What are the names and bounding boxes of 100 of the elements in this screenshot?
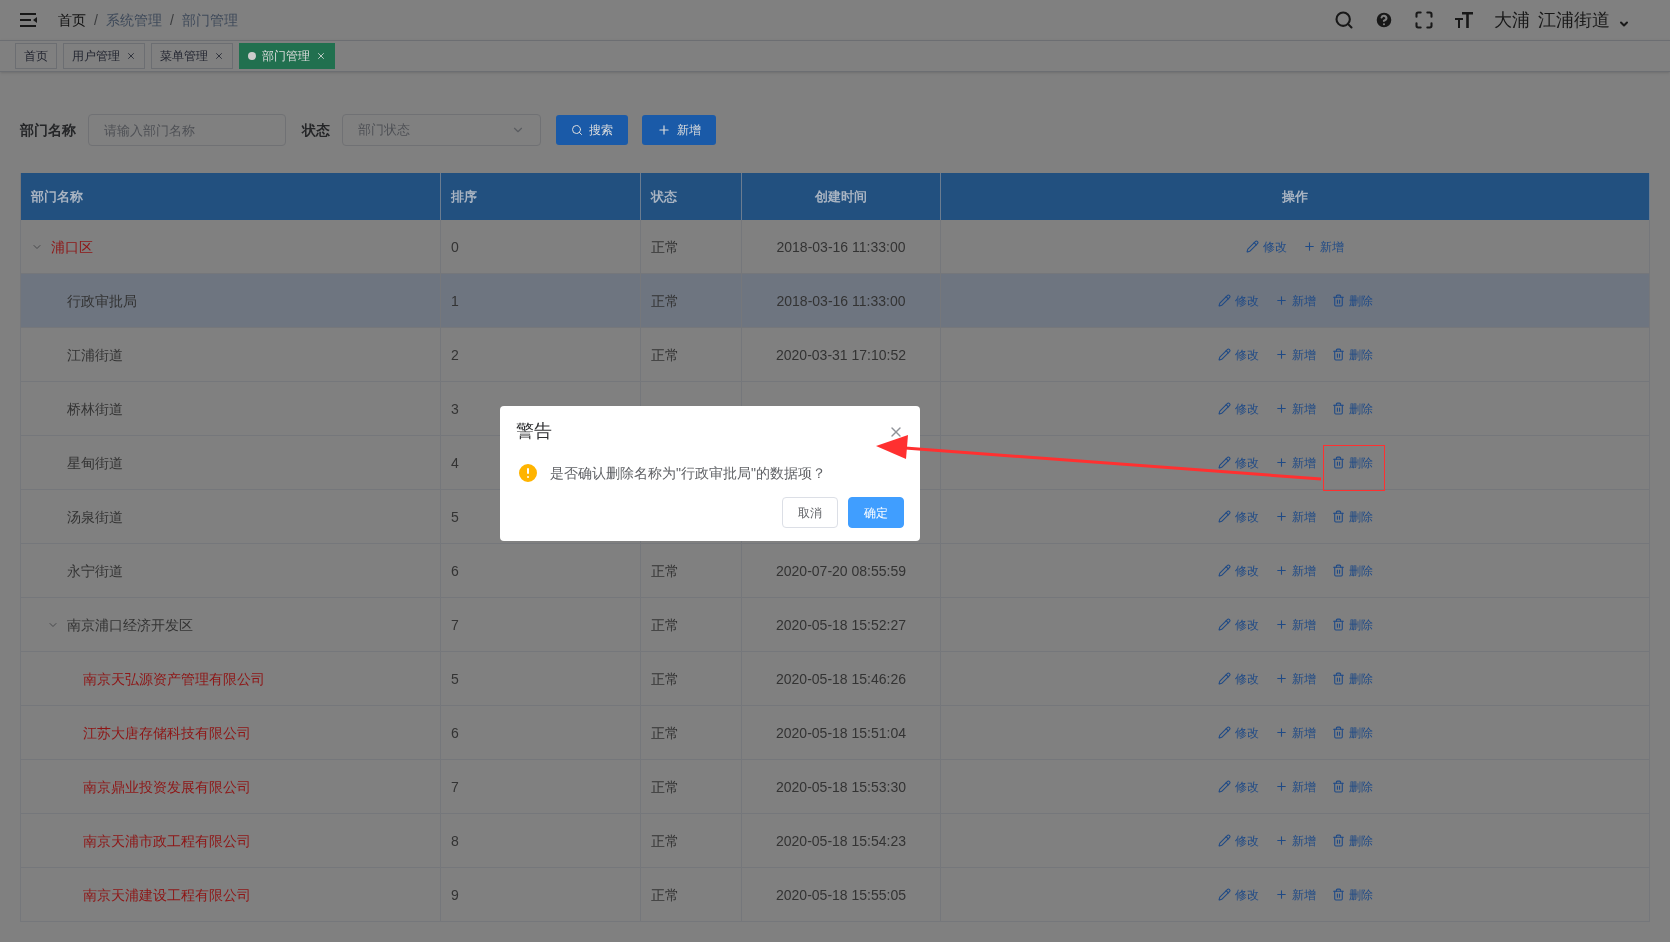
add-link[interactable]: 新增: [1274, 454, 1316, 471]
pencil-icon: [1217, 564, 1231, 577]
add-link[interactable]: 新增: [1274, 778, 1316, 795]
delete-link[interactable]: 删除: [1331, 454, 1373, 471]
cancel-button[interactable]: 取消: [782, 497, 838, 528]
table-row[interactable]: 南京鼎业投资发展有限公司 7 正常 2020-05-18 15:53:30 修改 新增 删除: [21, 760, 1650, 814]
add-link[interactable]: 新增: [1274, 886, 1316, 903]
department-name: 南京天浦市政工程有限公司: [83, 831, 251, 851]
edit-link[interactable]: 修改: [1217, 886, 1259, 903]
sort-cell-text: 5: [451, 669, 459, 689]
table-row[interactable]: 江浦街道 2 正常 2020-03-31 17:10:52 修改 新增 删除: [21, 328, 1650, 382]
edit-link[interactable]: 修改: [1217, 670, 1259, 687]
table-row[interactable]: 行政审批局 1 正常 2018-03-16 11:33:00 修改 新增 删除: [21, 274, 1650, 328]
tab[interactable]: 用户管理: [63, 43, 145, 69]
tab[interactable]: 菜单管理: [151, 43, 233, 69]
edit-link[interactable]: 修改: [1217, 454, 1259, 471]
close-icon[interactable]: [316, 51, 326, 61]
help-icon[interactable]: [1374, 10, 1394, 30]
status-cell-text: 正常: [651, 885, 679, 905]
sort-cell-text: 2: [451, 345, 459, 365]
breadcrumb-item: 部门管理: [181, 11, 238, 30]
user-unit[interactable]: 江浦街道: [1538, 6, 1610, 34]
table-row[interactable]: 南京天弘源资产管理有限公司 5 正常 2020-05-18 15:46:26 修改 新增 删除: [21, 652, 1650, 706]
table-row[interactable]: 浦口区 0 正常 2018-03-16 11:33:00 修改 新增: [21, 220, 1650, 274]
department-name: 浦口区: [51, 237, 93, 257]
table-row[interactable]: 江苏大唐存储科技有限公司 6 正常 2020-05-18 15:51:04 修改 新增 删除: [21, 706, 1650, 760]
edit-link[interactable]: 修改: [1217, 562, 1259, 579]
highlight-frame: [1323, 445, 1385, 491]
add-button[interactable]: 新增: [642, 115, 716, 145]
edit-link[interactable]: 修改: [1217, 400, 1259, 417]
tab[interactable]: 首页: [15, 43, 57, 69]
plus-icon: [1274, 402, 1288, 415]
table-row[interactable]: 南京天浦市政工程有限公司 8 正常 2020-05-18 15:54:23 修改 新增 删除: [21, 814, 1650, 868]
table-row[interactable]: 永宁街道 6 正常 2020-07-20 08:55:59 修改 新增 删除: [21, 544, 1650, 598]
delete-link[interactable]: 删除: [1331, 562, 1373, 579]
add-link[interactable]: 新增: [1274, 508, 1316, 525]
edit-link[interactable]: 修改: [1246, 238, 1287, 255]
fullscreen-icon[interactable]: [1414, 10, 1434, 30]
add-link[interactable]: 新增: [1274, 832, 1316, 849]
table-row[interactable]: 南京浦口经济开发区 7 正常 2020-05-18 15:52:27 修改 新增 删除: [21, 598, 1650, 652]
trash-icon: [1331, 402, 1345, 415]
pencil-icon: [1217, 402, 1231, 415]
breadcrumb-link[interactable]: 首页: [58, 10, 86, 30]
trash-icon: [1331, 294, 1345, 307]
edit-link[interactable]: 修改: [1217, 832, 1259, 849]
plus-icon: [1274, 348, 1288, 361]
confirm-button[interactable]: 确定: [848, 497, 904, 528]
font-size-icon[interactable]: [1454, 10, 1474, 30]
pencil-icon: [1217, 834, 1231, 847]
tab[interactable]: 部门管理: [239, 43, 335, 69]
sort-cell-text: 5: [451, 507, 459, 527]
plus-icon: [1274, 834, 1288, 847]
sort-cell-text: 9: [451, 885, 459, 905]
delete-link[interactable]: 删除: [1331, 400, 1373, 417]
tab-label: 首页: [24, 48, 48, 64]
status-cell-text: 正常: [651, 669, 679, 689]
add-link[interactable]: 新增: [1274, 346, 1316, 363]
delete-link[interactable]: 删除: [1331, 508, 1373, 525]
add-link[interactable]: 新增: [1274, 400, 1316, 417]
delete-link[interactable]: 删除: [1331, 616, 1373, 633]
delete-link[interactable]: 删除: [1331, 778, 1373, 795]
add-link[interactable]: 新增: [1274, 292, 1316, 309]
add-link[interactable]: 新增: [1274, 616, 1316, 633]
pencil-icon: [1246, 240, 1259, 253]
delete-link[interactable]: 删除: [1331, 670, 1373, 687]
edit-link[interactable]: 修改: [1217, 724, 1259, 741]
table-row[interactable]: 南京天浦建设工程有限公司 9 正常 2020-05-18 15:55:05 修改 新增 删除: [21, 868, 1650, 922]
add-link[interactable]: 新增: [1274, 670, 1316, 687]
dialog-title: 警告: [516, 420, 552, 443]
search-icon[interactable]: [1334, 10, 1354, 30]
edit-link[interactable]: 修改: [1217, 346, 1259, 363]
search-button[interactable]: 搜索: [556, 115, 628, 145]
add-link[interactable]: 新增: [1274, 562, 1316, 579]
add-link[interactable]: 新增: [1303, 238, 1344, 255]
plus-icon: [1274, 672, 1288, 685]
department-name: 南京鼎业投资发展有限公司: [83, 777, 251, 797]
menu-icon[interactable]: [20, 12, 38, 28]
delete-link[interactable]: 删除: [1331, 724, 1373, 741]
created-time-cell-text: 2020-07-20 08:55:59: [776, 561, 906, 581]
column-header: 操作: [1282, 187, 1308, 206]
status-cell-text: 正常: [651, 561, 679, 581]
status-cell-text: 正常: [651, 345, 679, 365]
sort-cell-text: 6: [451, 723, 459, 743]
department-name: 南京天浦建设工程有限公司: [83, 885, 251, 905]
edit-link[interactable]: 修改: [1217, 292, 1259, 309]
plus-icon: [1274, 564, 1288, 577]
close-icon[interactable]: [126, 51, 136, 61]
department-name: 永宁街道: [67, 561, 123, 581]
delete-link[interactable]: 删除: [1331, 292, 1373, 309]
edit-link[interactable]: 修改: [1217, 616, 1259, 633]
edit-link[interactable]: 修改: [1217, 508, 1259, 525]
delete-link[interactable]: 删除: [1331, 886, 1373, 903]
delete-link[interactable]: 删除: [1331, 832, 1373, 849]
edit-link[interactable]: 修改: [1217, 778, 1259, 795]
plus-icon: [1274, 726, 1288, 739]
sort-cell-text: 0: [451, 237, 459, 257]
trash-icon: [1331, 780, 1345, 793]
add-link[interactable]: 新增: [1274, 724, 1316, 741]
delete-link[interactable]: 删除: [1331, 346, 1373, 363]
close-icon[interactable]: [214, 51, 224, 61]
